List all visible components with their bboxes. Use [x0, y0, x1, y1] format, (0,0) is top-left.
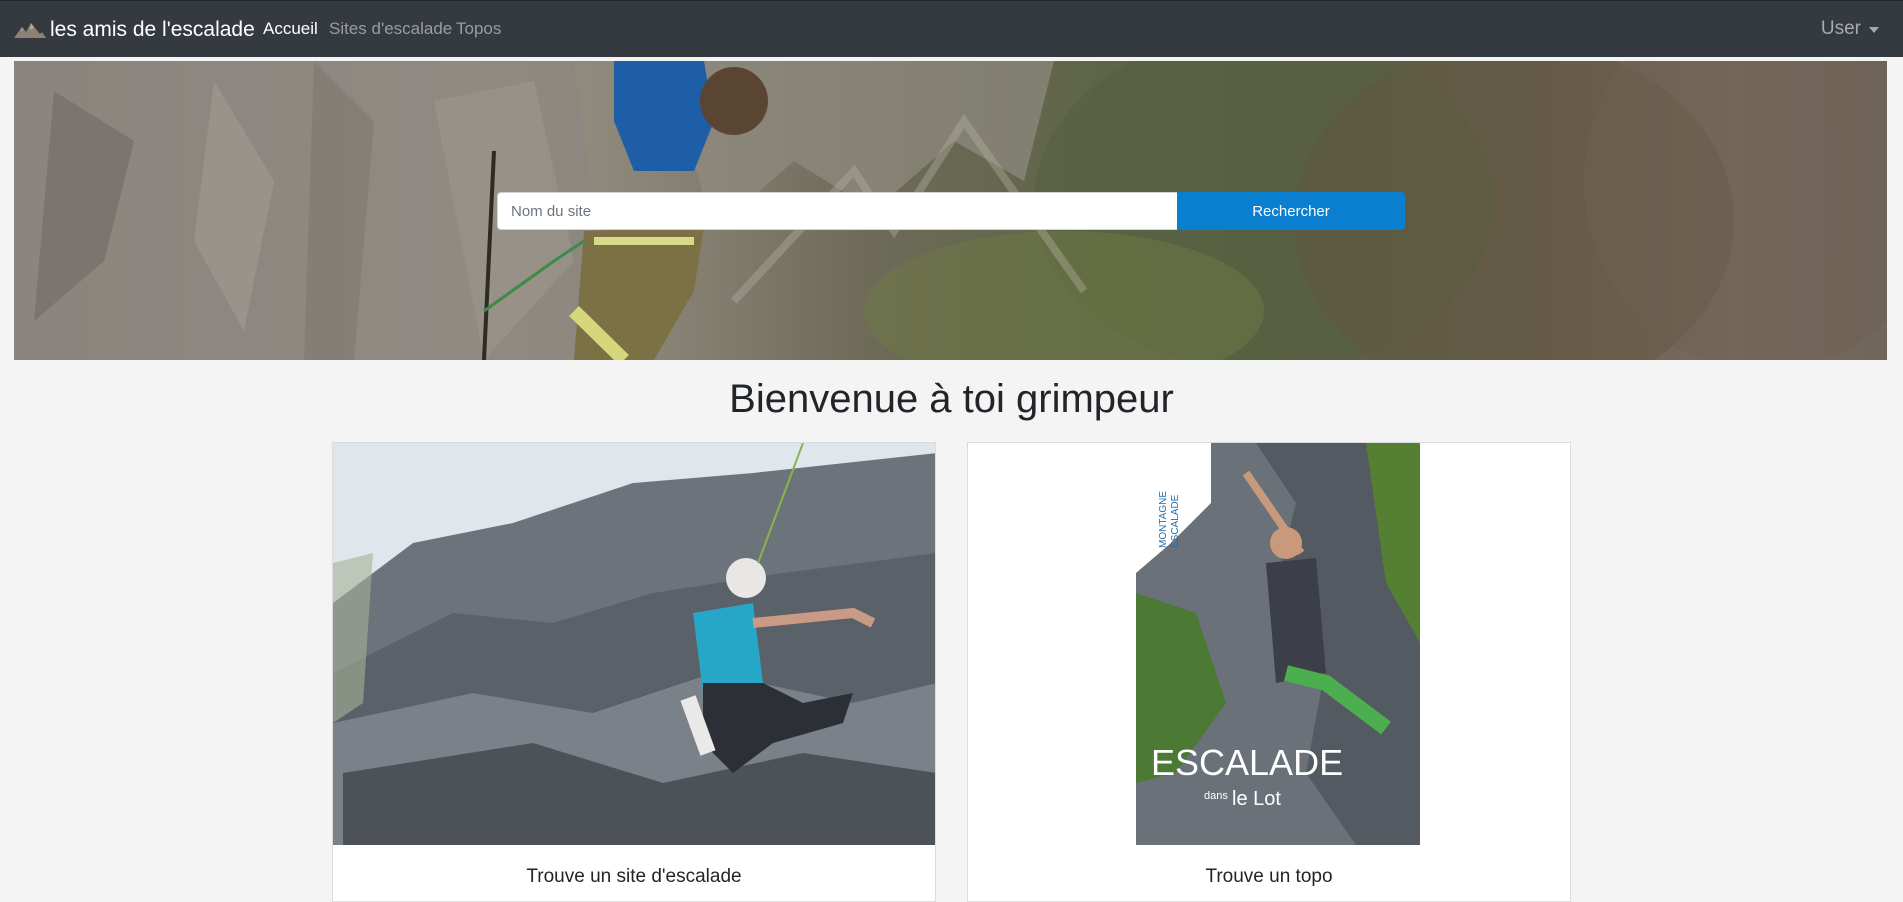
cover-title: ESCALADE: [1151, 742, 1343, 783]
card-topos[interactable]: MONTAGNE ESCALADE ESCALADE dans le Lot T…: [967, 442, 1571, 902]
chevron-down-icon: [1869, 27, 1879, 33]
card-title: Trouve un site d'escalade: [526, 866, 742, 887]
cover-small: dans: [1204, 790, 1228, 802]
site-search-input[interactable]: [497, 192, 1178, 230]
card-climbing-sites[interactable]: Trouve un site d'escalade: [332, 442, 936, 902]
brand-link[interactable]: les amis de l'escalade: [14, 15, 255, 45]
nav-link-sites[interactable]: Sites d'escalade: [329, 19, 452, 39]
cover-brand-1: MONTAGNE: [1158, 491, 1169, 548]
nav-link-accueil[interactable]: Accueil: [263, 19, 318, 39]
cover-place: le Lot: [1232, 788, 1281, 810]
page-title: Bienvenue à toi grimpeur: [729, 377, 1174, 421]
brand-text: les amis de l'escalade: [50, 18, 255, 41]
top-navbar: les amis de l'escalade Accueil Sites d'e…: [0, 0, 1903, 57]
user-label: User: [1820, 18, 1861, 39]
card-title: Trouve un topo: [1205, 866, 1333, 887]
cover-brand-2: ESCALADE: [1170, 494, 1181, 548]
search-button[interactable]: Rechercher: [1177, 192, 1405, 230]
nav-link-topos[interactable]: Topos: [456, 19, 501, 39]
guidebook-cover: MONTAGNE ESCALADE ESCALADE dans le Lot: [968, 443, 1570, 845]
user-dropdown[interactable]: User: [1821, 18, 1879, 40]
mountain-logo-icon: [14, 23, 46, 38]
hero-banner: Rechercher: [14, 61, 1887, 360]
climber-on-rock-photo: [333, 443, 935, 845]
